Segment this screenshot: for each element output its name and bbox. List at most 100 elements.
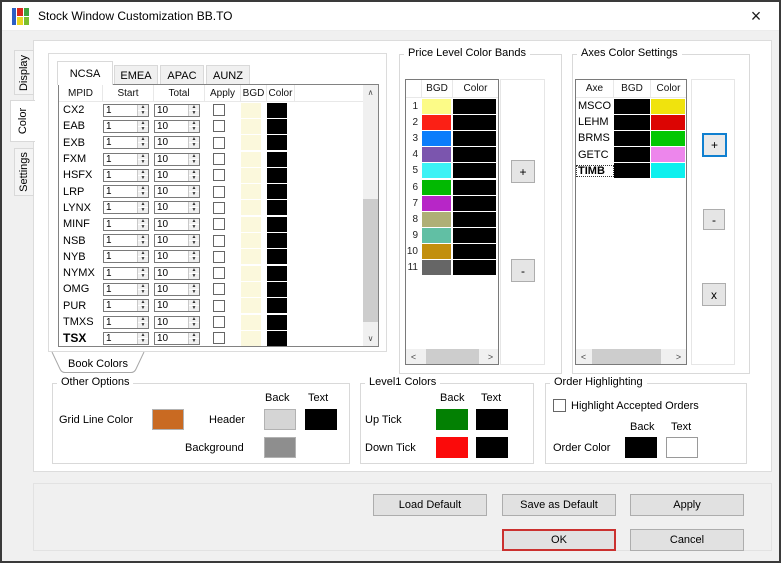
apply-checkbox[interactable]	[213, 136, 225, 149]
spin-down-icon[interactable]: ▼	[189, 241, 199, 247]
header-back-swatch[interactable]	[264, 409, 296, 430]
scrollbar-thumb[interactable]	[425, 349, 479, 364]
bgd-swatch[interactable]	[241, 135, 261, 151]
total-spinner[interactable]: 10 ▲ ▼	[154, 266, 200, 280]
spin-down-icon[interactable]: ▼	[138, 306, 148, 312]
start-spinner[interactable]: 1 ▲ ▼	[103, 217, 149, 231]
price-add-button[interactable]: +	[511, 160, 535, 183]
highlight-accepted-orders-checkbox[interactable]	[553, 399, 566, 412]
total-spinner[interactable]: 10 ▲ ▼	[154, 234, 200, 248]
axes-row[interactable]: BRMS	[576, 130, 686, 146]
scroll-left-icon[interactable]: <	[406, 349, 421, 364]
color-swatch[interactable]	[267, 102, 287, 118]
scroll-up-icon[interactable]: ∧	[363, 85, 378, 100]
start-spinner[interactable]: 1 ▲ ▼	[103, 234, 149, 248]
bgd-swatch[interactable]	[241, 298, 261, 314]
total-spinner[interactable]: 10 ▲ ▼	[154, 250, 200, 264]
close-icon[interactable]: ×	[745, 5, 767, 27]
scroll-down-icon[interactable]: ∨	[363, 331, 378, 346]
total-spinner[interactable]: 10 ▲ ▼	[154, 103, 200, 117]
band-color-swatch[interactable]	[453, 211, 496, 227]
band-bgd-swatch[interactable]	[422, 260, 451, 276]
price-band-row[interactable]: 2	[406, 114, 498, 130]
up-tick-back-swatch[interactable]	[436, 409, 468, 430]
total-spinner[interactable]: 10 ▲ ▼	[154, 119, 200, 133]
bgd-swatch[interactable]	[241, 200, 261, 216]
apply-button[interactable]: Apply	[630, 494, 744, 516]
total-spinner[interactable]: 10 ▲ ▼	[154, 136, 200, 150]
axes-row[interactable]: MSCO	[576, 98, 686, 114]
color-swatch[interactable]	[267, 151, 287, 167]
scrollbar-track[interactable]	[363, 100, 378, 331]
tab-display[interactable]: Display	[14, 50, 34, 95]
band-bgd-swatch[interactable]	[422, 211, 451, 227]
axe-bgd-swatch[interactable]	[614, 130, 650, 146]
price-bands-hscrollbar[interactable]: < >	[406, 349, 498, 364]
header-text-swatch[interactable]	[305, 409, 337, 430]
up-tick-text-swatch[interactable]	[476, 409, 508, 430]
apply-checkbox[interactable]	[213, 153, 225, 166]
save-as-default-button[interactable]: Save as Default	[502, 494, 616, 516]
spin-down-icon[interactable]: ▼	[189, 159, 199, 165]
band-color-swatch[interactable]	[453, 179, 496, 195]
price-band-row[interactable]: 6	[406, 179, 498, 195]
tab-apac[interactable]: APAC	[160, 65, 204, 85]
spin-down-icon[interactable]: ▼	[138, 338, 148, 344]
axes-hscrollbar[interactable]: < >	[576, 349, 686, 364]
spin-down-icon[interactable]: ▼	[138, 289, 148, 295]
total-spinner[interactable]: 10 ▲ ▼	[154, 331, 200, 345]
down-tick-text-swatch[interactable]	[476, 437, 508, 458]
spin-down-icon[interactable]: ▼	[138, 192, 148, 198]
total-spinner[interactable]: 10 ▲ ▼	[154, 282, 200, 296]
start-spinner[interactable]: 1 ▲ ▼	[103, 250, 149, 264]
spin-down-icon[interactable]: ▼	[138, 224, 148, 230]
color-swatch[interactable]	[267, 135, 287, 151]
bgd-swatch[interactable]	[241, 330, 261, 346]
band-bgd-swatch[interactable]	[422, 98, 451, 114]
spin-down-icon[interactable]: ▼	[189, 322, 199, 328]
apply-checkbox[interactable]	[213, 332, 225, 345]
bgd-swatch[interactable]	[241, 102, 261, 118]
band-color-swatch[interactable]	[453, 228, 496, 244]
apply-checkbox[interactable]	[213, 250, 225, 263]
price-band-row[interactable]: 4	[406, 147, 498, 163]
axes-row[interactable]: GETC	[576, 147, 686, 163]
spin-down-icon[interactable]: ▼	[189, 126, 199, 132]
spin-down-icon[interactable]: ▼	[189, 208, 199, 214]
scrollbar-track[interactable]	[421, 349, 483, 364]
band-bgd-swatch[interactable]	[422, 179, 451, 195]
axe-color-swatch[interactable]	[651, 163, 685, 179]
axe-color-swatch[interactable]	[651, 130, 685, 146]
bgd-swatch[interactable]	[241, 314, 261, 330]
axe-color-swatch[interactable]	[651, 147, 685, 163]
tab-color[interactable]: Color	[10, 100, 35, 142]
spin-down-icon[interactable]: ▼	[138, 159, 148, 165]
start-spinner[interactable]: 1 ▲ ▼	[103, 103, 149, 117]
tab-emea[interactable]: EMEA	[114, 65, 158, 85]
book-colors-tab[interactable]: Book Colors	[51, 352, 145, 374]
price-band-row[interactable]: 1	[406, 98, 498, 114]
color-swatch[interactable]	[267, 249, 287, 265]
tab-ncsa[interactable]: NCSA	[57, 61, 113, 85]
color-swatch[interactable]	[267, 184, 287, 200]
color-swatch[interactable]	[267, 314, 287, 330]
band-color-swatch[interactable]	[453, 147, 496, 163]
cancel-button[interactable]: Cancel	[630, 529, 744, 551]
color-swatch[interactable]	[267, 233, 287, 249]
band-color-swatch[interactable]	[453, 195, 496, 211]
color-swatch[interactable]	[267, 167, 287, 183]
scrollbar-thumb[interactable]	[363, 199, 378, 322]
spin-down-icon[interactable]: ▼	[189, 289, 199, 295]
axes-remove-button[interactable]: -	[703, 209, 725, 230]
axe-color-swatch[interactable]	[651, 98, 685, 114]
color-swatch[interactable]	[267, 118, 287, 134]
total-spinner[interactable]: 10 ▲ ▼	[154, 168, 200, 182]
start-spinner[interactable]: 1 ▲ ▼	[103, 168, 149, 182]
price-band-row[interactable]: 8	[406, 211, 498, 227]
band-bgd-swatch[interactable]	[422, 195, 451, 211]
bgd-swatch[interactable]	[241, 265, 261, 281]
apply-checkbox[interactable]	[213, 267, 225, 280]
bgd-swatch[interactable]	[241, 167, 261, 183]
scrollbar-thumb[interactable]	[591, 349, 661, 364]
spin-down-icon[interactable]: ▼	[138, 143, 148, 149]
